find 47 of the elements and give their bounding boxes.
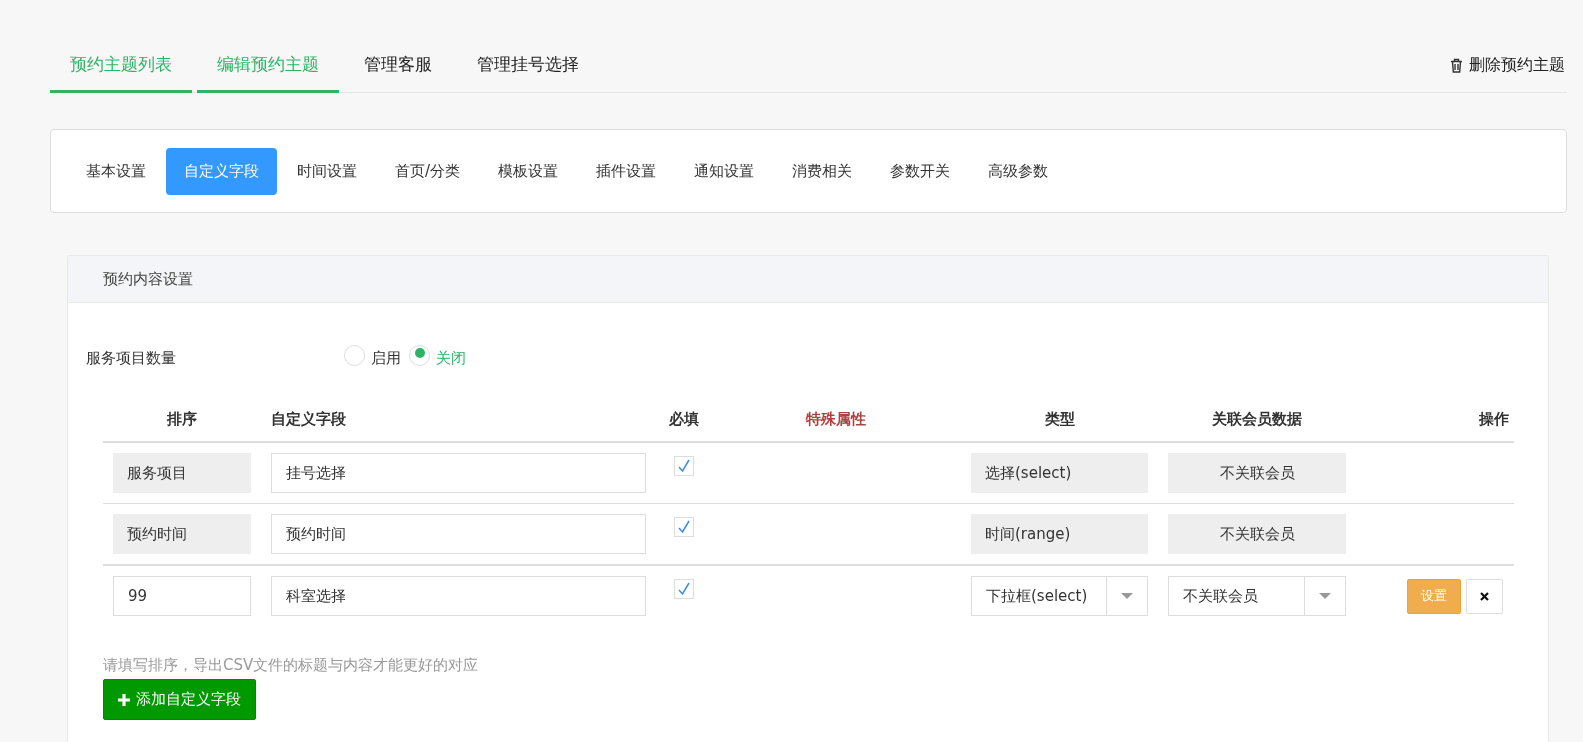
- settings-tab[interactable]: 基本设置: [68, 147, 164, 195]
- required-checkbox[interactable]: [673, 517, 694, 537]
- readonly-field: 服务项目: [113, 453, 251, 493]
- field-label: 服务项目数量: [86, 348, 177, 368]
- field-name-input[interactable]: 科室选择: [271, 576, 646, 616]
- field-name-input[interactable]: 预约时间: [271, 514, 646, 554]
- required-checkbox[interactable]: [673, 579, 694, 599]
- column-header: 关联会员数据: [1211, 409, 1303, 429]
- delete-link[interactable]: 删除预约主题: [1450, 38, 1567, 92]
- caret-icon: [1319, 593, 1331, 599]
- panel-title: 预约内容设置: [103, 269, 193, 289]
- type-select[interactable]: 下拉框(select): [971, 576, 1148, 616]
- close-icon: [1480, 591, 1489, 601]
- settings-tab[interactable]: 模板设置: [480, 147, 577, 195]
- hint-text: 请填写排序，导出CSV文件的标题与内容才能更好的对应: [103, 656, 480, 675]
- settings-tab[interactable]: 通知设置: [676, 147, 773, 195]
- column-header: 必填: [667, 409, 700, 429]
- radio-label: 关闭: [436, 348, 466, 368]
- settings-tab[interactable]: 时间设置: [279, 147, 375, 195]
- member-select[interactable]: 不关联会员: [1168, 576, 1346, 616]
- column-header: 特殊属性: [804, 409, 867, 429]
- settings-tab[interactable]: 插件设置: [578, 147, 675, 195]
- column-header: 操作: [1478, 409, 1510, 429]
- radio-label: 启用: [371, 348, 401, 368]
- readonly-field: 时间(range): [971, 514, 1148, 554]
- top-tab[interactable]: 管理挂号选择: [457, 39, 599, 93]
- readonly-field: 选择(select): [971, 453, 1148, 493]
- column-header: 自定义字段: [270, 409, 347, 429]
- plus-icon: [118, 693, 130, 706]
- readonly-field: 不关联会员: [1168, 453, 1346, 493]
- readonly-field: 预约时间: [113, 514, 251, 554]
- readonly-field: 不关联会员: [1168, 514, 1346, 554]
- column-header: 类型: [1043, 409, 1076, 429]
- radio-option[interactable]: 启用: [344, 348, 401, 368]
- field-name-input[interactable]: 挂号选择: [271, 453, 646, 493]
- order-input[interactable]: 99: [113, 576, 251, 616]
- trash-icon: [1450, 57, 1463, 73]
- caret-icon: [1121, 593, 1133, 599]
- settings-tab[interactable]: 消费相关: [774, 147, 871, 195]
- delete-button[interactable]: [1466, 578, 1503, 614]
- add-field-button[interactable]: 添加自定义字段: [103, 679, 256, 720]
- column-header: 排序: [166, 409, 198, 429]
- settings-tab[interactable]: 参数开关: [872, 147, 969, 195]
- settings-tab[interactable]: 首页/分类: [377, 147, 479, 195]
- settings-tab[interactable]: 高级参数: [970, 147, 1067, 195]
- top-tab[interactable]: 管理客服: [344, 39, 452, 93]
- required-checkbox[interactable]: [673, 456, 694, 476]
